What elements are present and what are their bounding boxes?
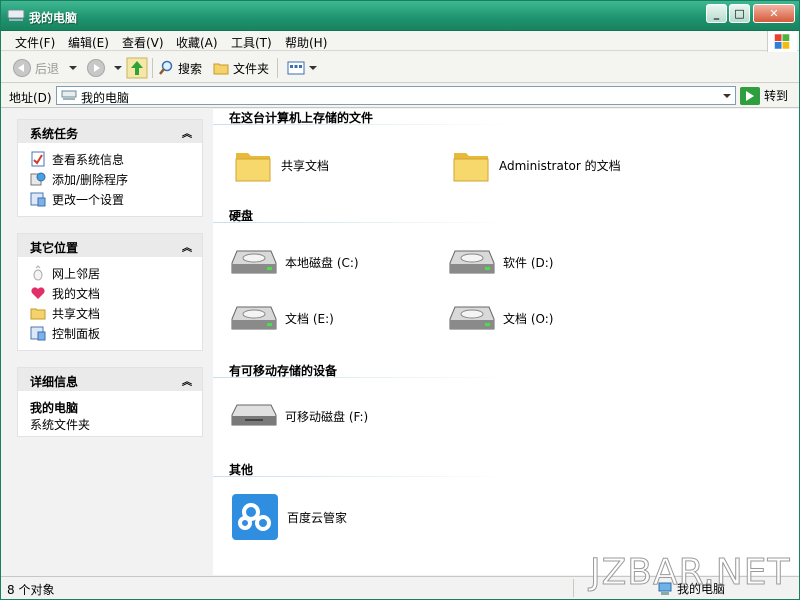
forward-arrow-icon (87, 59, 105, 77)
search-button[interactable]: 搜索 (158, 57, 202, 79)
menu-help[interactable]: 帮助(H) (285, 34, 327, 51)
minimize-button[interactable]: _ (706, 4, 727, 23)
address-label: 地址(D) (9, 91, 52, 105)
item-removable-disk-f[interactable]: 可移动磁盘 (F:) (231, 401, 368, 431)
item-drive-e[interactable]: 文档 (E:) (231, 301, 334, 335)
file-view: 在这台计算机上存储的文件 共享文档 Administrator 的文档 硬盘 本… (213, 109, 799, 575)
chevron-down-icon (69, 66, 77, 70)
place-network[interactable]: 网上邻居 (30, 263, 202, 283)
maximize-button[interactable]: □ (729, 4, 750, 23)
removable-disk-icon (231, 404, 277, 426)
task-change-setting[interactable]: 更改一个设置 (30, 189, 202, 209)
item-administrator-documents[interactable]: Administrator 的文档 (451, 145, 621, 185)
collapse-icon[interactable]: ︽ (182, 125, 192, 140)
other-places-panel: 其它位置 ︽ 网上邻居 我的文档 共享文档 控制面板 (17, 233, 203, 351)
group-divider (213, 124, 513, 125)
forward-button[interactable] (87, 57, 105, 79)
group-divider (213, 476, 513, 477)
system-info-icon (31, 151, 45, 167)
menu-file[interactable]: 文件(F) (15, 34, 55, 51)
toolbar: 后退 搜索 文件夹 (1, 52, 799, 83)
item-shared-documents[interactable]: 共享文档 (233, 145, 329, 185)
address-value: 我的电脑 (81, 91, 130, 105)
explorer-window: 我的电脑 _ □ ✕ 文件(F) 编辑(E) 查看(V) 收藏(A) 工具(T)… (0, 0, 800, 600)
place-my-documents[interactable]: 我的文档 (30, 283, 202, 303)
my-computer-icon (61, 90, 77, 100)
status-divider (573, 579, 574, 597)
go-arrow-icon (740, 86, 760, 105)
folder-icon (235, 153, 271, 182)
up-button[interactable] (126, 57, 148, 79)
folder-up-icon (126, 57, 148, 79)
task-pane: 系统任务 ︽ 查看系统信息 添加/删除程序 更改一个设置 其它位置 ︽ 网上邻居… (1, 109, 213, 575)
folder-icon (453, 153, 489, 182)
status-bar: 8 个对象 我的电脑 (1, 576, 799, 599)
window-title: 我的电脑 (29, 11, 78, 25)
baidu-cloud-icon (232, 494, 278, 540)
item-drive-o[interactable]: 文档 (O:) (449, 301, 553, 335)
status-location: 我的电脑 (657, 580, 725, 597)
system-tasks-header[interactable]: 系统任务 ︽ (18, 120, 202, 143)
collapse-icon[interactable]: ︽ (182, 373, 192, 388)
title-bar[interactable]: 我的电脑 _ □ ✕ (1, 1, 799, 31)
chevron-down-icon (309, 66, 317, 70)
my-computer-icon (7, 9, 25, 21)
folder-icon (213, 63, 229, 75)
back-arrow-icon (13, 59, 31, 77)
place-shared-documents[interactable]: 共享文档 (30, 303, 202, 323)
details-name: 我的电脑 (30, 401, 79, 415)
toolbar-separator (152, 58, 153, 78)
control-panel-icon (30, 326, 46, 341)
windows-logo-icon (767, 31, 797, 52)
forward-dropdown[interactable] (114, 57, 122, 79)
my-computer-icon (658, 582, 672, 595)
menu-edit[interactable]: 编辑(E) (68, 34, 109, 51)
menu-bar: 文件(F) 编辑(E) 查看(V) 收藏(A) 工具(T) 帮助(H) (1, 31, 799, 52)
group-divider (213, 222, 513, 223)
folders-button[interactable]: 文件夹 (213, 57, 269, 79)
details-header[interactable]: 详细信息 ︽ (18, 368, 202, 391)
status-object-count: 8 个对象 (7, 583, 55, 597)
address-dropdown-icon[interactable] (723, 94, 731, 98)
menu-favorites[interactable]: 收藏(A) (176, 34, 218, 51)
search-icon (159, 60, 173, 75)
group-divider (213, 377, 513, 378)
back-dropdown[interactable] (69, 57, 77, 79)
back-button[interactable]: 后退 (13, 57, 59, 79)
item-drive-c[interactable]: 本地磁盘 (C:) (231, 245, 359, 279)
hard-drive-icon (231, 306, 277, 330)
task-view-system-info[interactable]: 查看系统信息 (30, 149, 202, 169)
address-bar: 地址(D) 我的电脑 转到 (1, 84, 799, 108)
system-tasks-panel: 系统任务 ︽ 查看系统信息 添加/删除程序 更改一个设置 (17, 119, 203, 217)
item-baidu-cloud[interactable]: 百度云管家 (231, 493, 347, 541)
close-button[interactable]: ✕ (753, 4, 795, 23)
hard-drive-icon (231, 250, 277, 274)
menu-view[interactable]: 查看(V) (122, 34, 164, 51)
views-icon (287, 61, 305, 75)
network-icon (33, 265, 43, 281)
address-input[interactable]: 我的电脑 (56, 86, 736, 105)
views-button[interactable] (287, 57, 317, 79)
hard-drive-icon (449, 306, 495, 330)
collapse-icon[interactable]: ︽ (182, 239, 192, 254)
item-drive-d[interactable]: 软件 (D:) (449, 245, 553, 279)
folder-icon (30, 308, 46, 320)
other-places-header[interactable]: 其它位置 ︽ (18, 234, 202, 257)
place-control-panel[interactable]: 控制面板 (30, 323, 202, 343)
details-description: 系统文件夹 (30, 418, 91, 432)
task-add-remove-programs[interactable]: 添加/删除程序 (30, 169, 202, 189)
hard-drive-icon (449, 250, 495, 274)
toolbar-separator (277, 58, 278, 78)
chevron-down-icon (114, 66, 122, 70)
go-button[interactable]: 转到 (740, 86, 788, 105)
menu-tools[interactable]: 工具(T) (231, 34, 272, 51)
details-panel: 详细信息 ︽ 我的电脑 系统文件夹 (17, 367, 203, 437)
add-remove-programs-icon (30, 172, 46, 186)
control-panel-icon (30, 192, 46, 207)
heart-icon (31, 287, 45, 299)
